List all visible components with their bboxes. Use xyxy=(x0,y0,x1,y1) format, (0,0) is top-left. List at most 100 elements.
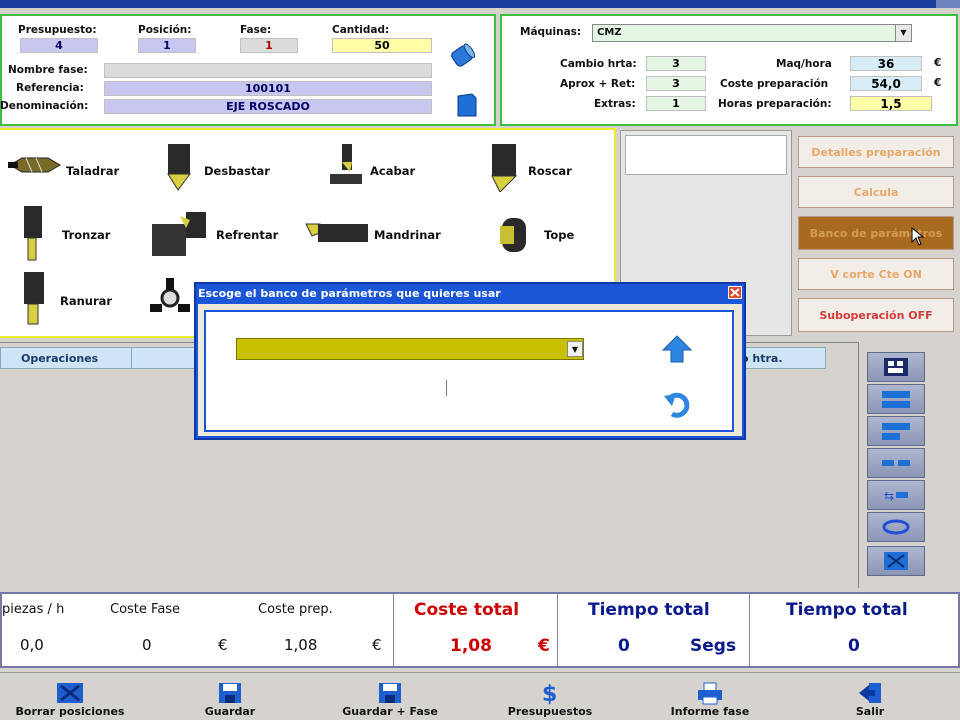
guardar-label: Guardar xyxy=(204,705,256,718)
parameter-bank-select[interactable]: ▼ xyxy=(236,338,584,360)
borrar-posiciones-label: Borrar posiciones xyxy=(15,705,125,718)
preview-header xyxy=(625,135,787,175)
denominacion-label: Denominación: xyxy=(0,100,89,112)
aprox-label: Aprox + Ret: xyxy=(560,78,636,90)
parameter-bank-dialog: Escoge el banco de parámetros que quiere… xyxy=(194,282,746,440)
nombre-fase-field[interactable] xyxy=(104,63,432,78)
tool-taladrar[interactable]: Taladrar xyxy=(8,150,138,184)
tool-desbastar[interactable]: Desbastar xyxy=(164,144,294,192)
tool-mandrinar[interactable]: Mandrinar xyxy=(304,218,464,254)
maquinas-label: Máquinas: xyxy=(520,26,582,38)
coste-prep-currency: € xyxy=(934,77,942,89)
side-btn-4[interactable] xyxy=(867,448,925,478)
chevron-down-icon[interactable]: ▼ xyxy=(895,25,911,41)
coste-prep-label: Coste preparación xyxy=(720,78,829,90)
tool-desbastar-label: Desbastar xyxy=(204,164,270,178)
informe-fase-button[interactable]: Informe fase xyxy=(650,681,770,718)
threading-tool-icon xyxy=(491,144,518,192)
move-row-icon xyxy=(882,460,910,466)
salir-button[interactable]: Salir xyxy=(830,681,910,718)
boring-bar-icon xyxy=(305,223,368,242)
extras-field[interactable]: 1 xyxy=(646,96,706,111)
suboperacion-button[interactable]: Suboperación OFF xyxy=(798,298,954,332)
coste-total-value: 1,08 xyxy=(450,636,492,656)
presupuesto-field[interactable]: 4 xyxy=(20,38,98,53)
fase-field[interactable]: 1 xyxy=(240,38,298,53)
horas-prep-label: Horas preparación: xyxy=(718,98,832,110)
side-button-panel: ⇆ xyxy=(858,342,960,588)
window-close-corner[interactable] xyxy=(936,0,960,8)
guardar-button[interactable]: Guardar xyxy=(180,681,280,718)
machine-panel: Máquinas: CMZ ▼ Cambio hrta: 3 Aprox + R… xyxy=(500,14,958,126)
tiempo-total2-label: Tiempo total xyxy=(786,600,908,620)
coste-prep-field[interactable]: 54,0 xyxy=(850,76,922,91)
drill-icon xyxy=(8,157,61,173)
delete-rows-icon xyxy=(884,552,908,570)
cantidad-label: Cantidad: xyxy=(332,24,390,36)
grid-table-icon xyxy=(884,358,908,376)
mouse-cursor-icon xyxy=(911,227,925,246)
dialog-close-button[interactable] xyxy=(728,286,742,299)
maqhora-field[interactable]: 36 xyxy=(850,56,922,71)
salir-label: Salir xyxy=(855,705,885,718)
arrow-up-icon xyxy=(661,335,693,363)
col-htra: o htra. xyxy=(741,352,783,365)
tool-roscar[interactable]: Roscar xyxy=(488,144,598,192)
banco-parametros-button[interactable]: Banco de parámetros xyxy=(798,216,954,250)
side-btn-7[interactable] xyxy=(867,546,925,576)
piezas-value: 0,0 xyxy=(20,636,44,654)
extras-label: Extras: xyxy=(594,98,636,110)
presupuesto-label: Presupuesto: xyxy=(18,24,97,36)
rotate-piece-icon[interactable] xyxy=(446,40,478,72)
chevron-down-icon[interactable]: ▼ xyxy=(567,341,583,357)
coste-fase-currency: € xyxy=(218,636,228,654)
parting-tool-icon xyxy=(24,206,42,261)
aprox-field[interactable]: 3 xyxy=(646,76,706,91)
tool-refrentar-label: Refrentar xyxy=(216,228,279,242)
svg-text:$: $ xyxy=(542,682,557,705)
borrar-posiciones-button[interactable]: Borrar posiciones xyxy=(0,681,140,718)
append-row-icon xyxy=(882,423,910,440)
posicion-field[interactable]: 1 xyxy=(138,38,196,53)
horas-prep-field[interactable]: 1,5 xyxy=(850,96,932,111)
dialog-title: Escoge el banco de parámetros que quiere… xyxy=(198,287,501,300)
tool-ranurar[interactable]: Ranurar xyxy=(20,272,120,328)
tool-multi[interactable] xyxy=(146,274,196,324)
tool-refrentar[interactable]: Refrentar xyxy=(152,210,292,260)
piezas-label: piezas / h xyxy=(2,602,65,617)
cambio-field[interactable]: 3 xyxy=(646,56,706,71)
referencia-field[interactable]: 100101 xyxy=(104,81,432,96)
presupuestos-button[interactable]: $ Presupuestos xyxy=(490,681,610,718)
tool-tronzar[interactable]: Tronzar xyxy=(20,206,120,262)
denominacion-field[interactable]: EJE ROSCADO xyxy=(104,99,432,114)
maquinas-select-value: CMZ xyxy=(597,27,622,38)
side-btn-5[interactable]: ⇆ xyxy=(867,480,925,510)
undo-button[interactable] xyxy=(662,390,694,420)
guardar-fase-button[interactable]: Guardar + Fase xyxy=(330,681,450,718)
totals-bar: piezas / h 0,0 Coste Fase 0 € Coste prep… xyxy=(0,592,960,668)
side-btn-3[interactable] xyxy=(867,416,925,446)
tool-acabar-label: Acabar xyxy=(370,164,416,178)
tiempo-total2-value: 0 xyxy=(848,636,860,656)
tool-mandrinar-label: Mandrinar xyxy=(374,228,441,242)
exit-icon xyxy=(859,683,881,703)
v-corte-button[interactable]: V corte Cte ON xyxy=(798,258,954,290)
detalles-preparacion-button[interactable]: Detalles preparación xyxy=(798,136,954,168)
side-btn-6[interactable] xyxy=(867,512,925,542)
coste-prep-value: 1,08 xyxy=(284,636,318,654)
window-top-strip xyxy=(0,0,960,8)
cantidad-field[interactable]: 50 xyxy=(332,38,432,53)
undo-arrow-icon xyxy=(664,392,690,418)
maquinas-select[interactable]: CMZ ▼ xyxy=(592,24,912,42)
tool-tronzar-label: Tronzar xyxy=(62,228,111,242)
calcula-button[interactable]: Calcula xyxy=(798,176,954,208)
guardar-fase-label: Guardar + Fase xyxy=(342,705,438,718)
accept-up-button[interactable] xyxy=(660,332,694,364)
svg-text:⇆: ⇆ xyxy=(884,489,894,503)
maqhora-currency: € xyxy=(934,57,942,69)
side-btn-1[interactable] xyxy=(867,352,925,382)
tool-acabar[interactable]: Acabar xyxy=(326,144,436,192)
side-btn-2[interactable] xyxy=(867,384,925,414)
square-piece-icon[interactable] xyxy=(456,92,478,118)
tool-tope[interactable]: Tope xyxy=(496,214,596,258)
